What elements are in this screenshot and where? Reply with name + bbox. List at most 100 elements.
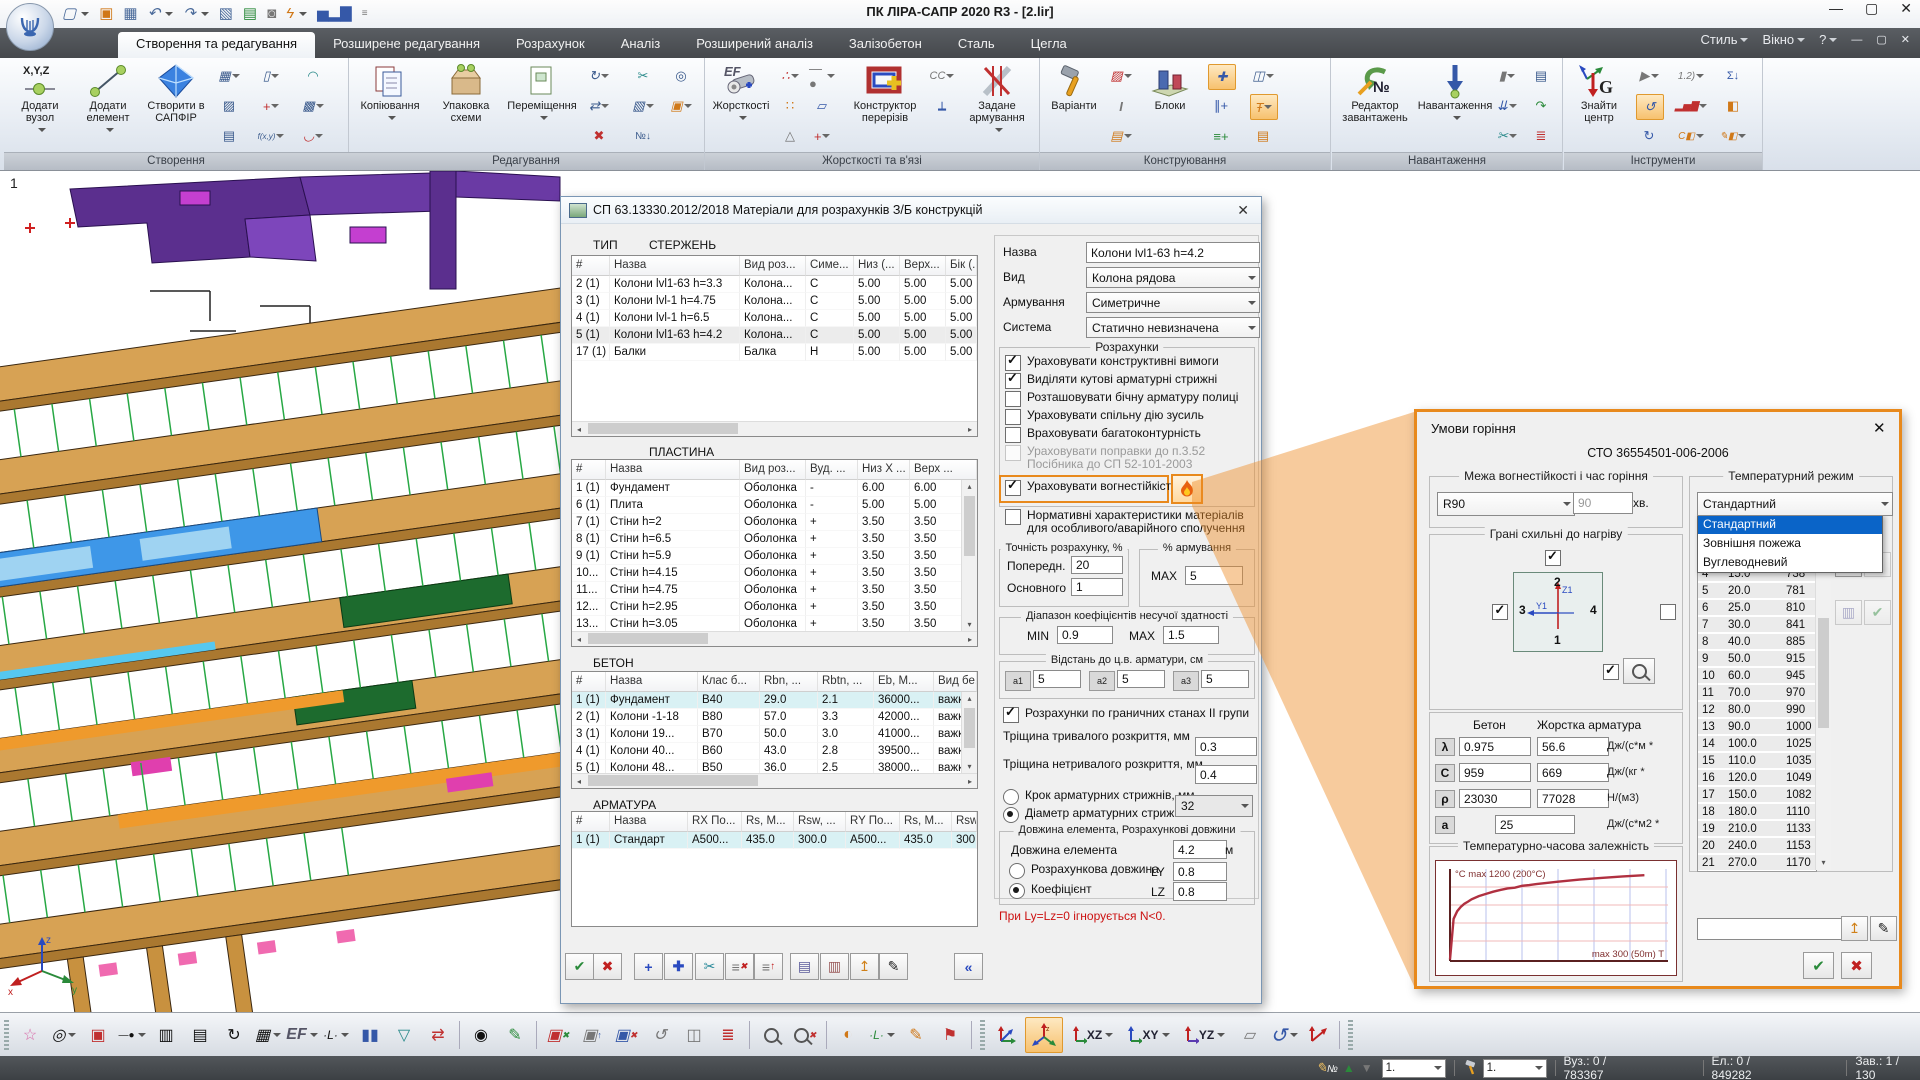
checkbox-fire-resistance[interactable]: Ураховувати вогнестійкість (1005, 480, 1177, 496)
table-row[interactable]: 1390.01000 (1698, 719, 1816, 736)
weight-icon[interactable]: ▮ (1494, 64, 1520, 88)
table-row[interactable]: 8 (1)Стіни h=6.5Оболонка+3.503.50 (572, 531, 977, 548)
move-rows-button[interactable]: ≡↑ (754, 953, 783, 980)
dropdown-option[interactable]: Зовнішня пожежа (1698, 534, 1882, 553)
table-row[interactable]: 16120.01049 (1698, 770, 1816, 787)
table-row[interactable]: 11...Стіни h=4.75Оболонка+3.503.50 (572, 582, 977, 599)
copy-fragment-icon[interactable]: ▧ (630, 94, 656, 118)
ladder-loads-icon[interactable]: ≣ (1528, 124, 1554, 148)
concrete-vscrollbar[interactable]: ▴▾ (961, 692, 977, 774)
materials-close-button[interactable]: ✕ (1233, 202, 1253, 219)
brick-icon[interactable]: ▤ (1108, 124, 1134, 148)
link-nodes-icon[interactable]: —● (117, 1020, 147, 1050)
block-links-icon[interactable]: ◫ (1250, 64, 1276, 88)
tee-mark-icon[interactable]: Ŧ (1250, 94, 1278, 120)
floors-icon[interactable]: ≣ (713, 1020, 743, 1050)
regime-dropdown-list[interactable]: СтандартнийЗовнішня пожежаВуглеводневий (1697, 514, 1883, 573)
face-left-checkbox[interactable] (1492, 604, 1508, 620)
table-row[interactable]: 2 (1)Колони lvl1-63 h=3.3Колона...С5.005… (572, 276, 977, 293)
toolbar-grip[interactable] (4, 1020, 9, 1050)
a2-input[interactable]: 5 (1117, 670, 1165, 688)
rebar-add-icon[interactable]: ≡+ (1208, 124, 1234, 148)
table-row[interactable]: 10...Стіни h=4.15Оболонка+3.503.50 (572, 565, 977, 582)
name-input[interactable]: Колони lvl1-63 h=4.2 (1086, 242, 1260, 263)
cc-section-icon[interactable]: CC (929, 64, 955, 88)
node-target-icon[interactable]: ◎ (49, 1020, 79, 1050)
pack-scheme-button[interactable]: Упаковка схеми (434, 62, 498, 150)
table-row[interactable]: 4 (1)Колони 40...B6043.02.839500...важки… (572, 743, 977, 760)
kind-combo[interactable]: Колона рядова (1086, 267, 1260, 288)
minimize-button[interactable]: — (1829, 0, 1843, 17)
regime-load-button[interactable]: ↥ (1841, 916, 1868, 941)
filter-icon[interactable]: ▽ (389, 1020, 419, 1050)
restore-button[interactable]: ▢ (1865, 0, 1878, 17)
bars-add-icon[interactable]: ∥+ (1208, 94, 1234, 118)
table-row[interactable]: 21270.01170 (1698, 855, 1816, 872)
tower-template-icon[interactable]: ▤ (216, 124, 242, 148)
fire-cancel-button[interactable]: ✖ (1841, 952, 1872, 979)
grid-select-icon[interactable]: ▦ (253, 1020, 283, 1050)
renumber-icon[interactable]: №↓ (630, 124, 656, 148)
table-row[interactable]: 1 (1)СтандартA500...435.0300.0A500...435… (572, 832, 977, 849)
lz-input[interactable]: 0.8 (1173, 882, 1227, 901)
system-combo[interactable]: Статично невизначена (1086, 317, 1260, 338)
copy-table-button[interactable]: ▤ (790, 953, 819, 980)
frame-3d-icon[interactable]: ◫ (679, 1020, 709, 1050)
radio-calc-length[interactable]: Розрахункова довжина (1009, 863, 1159, 879)
preliminary-input[interactable]: 20 (1071, 556, 1123, 574)
vertical-panels-icon[interactable]: ▥ (151, 1020, 181, 1050)
table-row[interactable]: 1060.0945 (1698, 668, 1816, 685)
net-select-icon[interactable]: ◉ (466, 1020, 496, 1050)
checkbox-limit-states[interactable]: Розрахунки по граничних станах II групи (1003, 707, 1249, 723)
loadcase-combo[interactable]: 1. (1382, 1059, 1446, 1078)
min-input[interactable]: 0.9 (1057, 626, 1113, 644)
table-row[interactable]: 17 (1)БалкиБалкаН5.005.005.00 (572, 344, 977, 361)
doc-restore-button[interactable]: ▢ (1876, 33, 1886, 46)
zoom-cancel-icon[interactable]: ✖ (790, 1020, 820, 1050)
load-button[interactable]: Навантаження (1420, 62, 1490, 150)
tab-create-edit[interactable]: Створення та редагування (118, 32, 315, 58)
auto-refresh-icon[interactable]: ↺ (1636, 94, 1664, 120)
move-node-icon[interactable]: + (258, 94, 284, 118)
table-row[interactable]: 9 (1)Стіни h=5.9Оболонка+3.503.50 (572, 548, 977, 565)
load-up-icon[interactable]: ▲ (1343, 1061, 1355, 1075)
horizontal-panels-icon[interactable]: ▤ (185, 1020, 215, 1050)
rho-steel-input[interactable]: 77028 (1537, 789, 1609, 808)
create-in-sapfir-button[interactable]: Створити в САПФІР (144, 62, 208, 150)
cancel-button[interactable]: ✖ (593, 953, 622, 980)
a-input[interactable]: 25 (1495, 815, 1575, 834)
move-load-icon[interactable]: ↷ (1528, 94, 1554, 118)
mirror-icon[interactable]: ⇄ (586, 94, 612, 118)
reinforcement-combo[interactable]: Симетричне (1086, 292, 1260, 313)
fragment-invert-icon[interactable]: ▣✖ (611, 1020, 641, 1050)
regime-combo[interactable]: Стандартний (1697, 492, 1893, 516)
table-row[interactable]: #НазваRX По...Rs, M...Rsw, ...RY По...Rs… (572, 812, 977, 832)
crack-long-input[interactable]: 0.3 (1195, 737, 1257, 756)
rotate-fragment-icon[interactable]: ↺ (645, 1020, 675, 1050)
ly-input[interactable]: 0.8 (1173, 862, 1227, 881)
brush-icon[interactable]: ✎ (500, 1020, 530, 1050)
hoist-icon[interactable]: △ (777, 124, 803, 148)
table-row[interactable]: 20240.01153 (1698, 838, 1816, 855)
table-row[interactable]: 520.0781 (1698, 583, 1816, 600)
rod-hscrollbar[interactable]: ◂▸ (572, 421, 977, 436)
doc-close-button[interactable]: ✕ (1901, 33, 1910, 46)
table-row[interactable]: 1 (1)ФундаментB4029.02.136000...важкий (572, 692, 977, 709)
materials-dialog-titlebar[interactable]: СП 63.13330.2012/2018 Матеріали для розр… (561, 197, 1261, 224)
temp-apply-button[interactable]: ✔ (1864, 600, 1891, 625)
plane-view-icon[interactable]: ▱ (1235, 1020, 1265, 1050)
dropdown-option[interactable]: Стандартний (1698, 515, 1882, 534)
view-xz-button[interactable]: XZ (1067, 1020, 1119, 1050)
table-row[interactable]: #НазваВид роз...Вуд. ...Низ X ...Верх ..… (572, 460, 977, 480)
move-button[interactable]: Переміщення (510, 62, 574, 150)
steel-ibeam-icon[interactable]: I (1108, 94, 1134, 118)
rotate-copy-icon[interactable]: ↻ (586, 64, 612, 88)
sum-loads-icon[interactable]: Σ↓ (1720, 64, 1746, 88)
table-row[interactable]: 18180.01110 (1698, 804, 1816, 821)
a1-input[interactable]: 5 (1033, 670, 1081, 688)
load-editor-button[interactable]: № Редактор завантажень (1336, 62, 1414, 150)
table-row[interactable]: #НазваВид роз...Симе...Низ (...Верх...Бі… (572, 256, 977, 276)
dimension-icon[interactable]: ·L· (867, 1020, 897, 1050)
table-row[interactable]: 625.0810 (1698, 600, 1816, 617)
load-down-icon[interactable]: ▼ (1361, 1061, 1373, 1075)
